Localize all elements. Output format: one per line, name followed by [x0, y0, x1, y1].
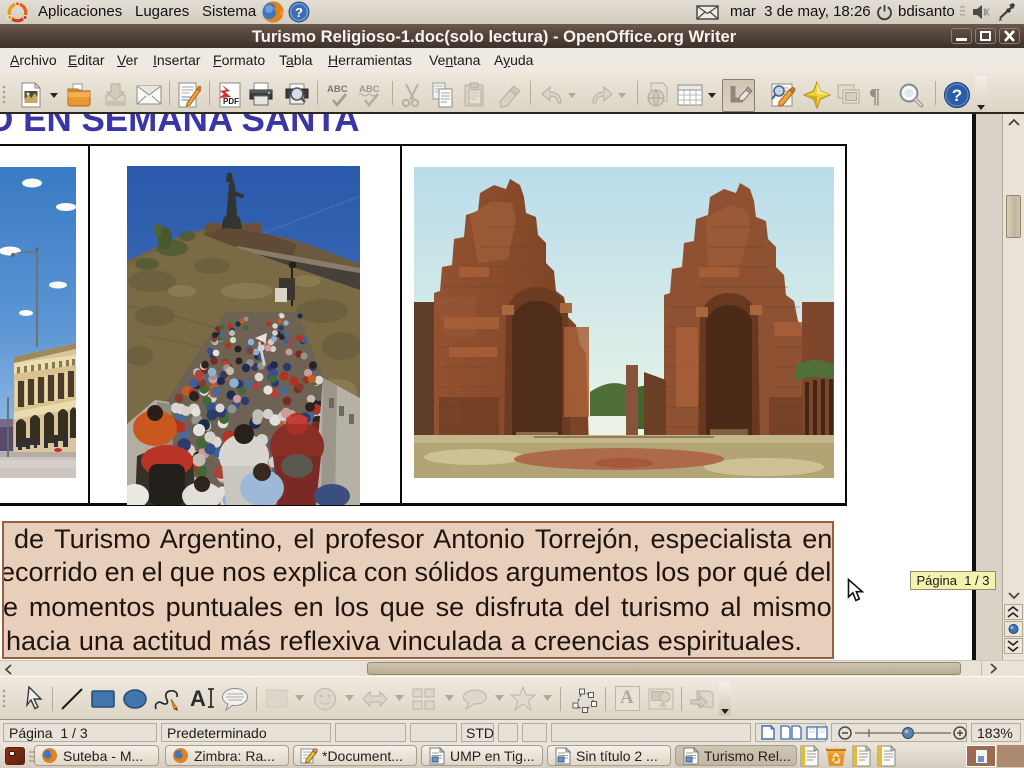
svg-text:A: A: [190, 686, 206, 711]
svg-text:?: ?: [952, 86, 962, 105]
svg-text:ABC: ABC: [327, 84, 348, 95]
svg-text:PDF: PDF: [223, 97, 239, 106]
svg-text:?: ?: [295, 5, 303, 20]
svg-text:ABC: ABC: [359, 84, 380, 95]
